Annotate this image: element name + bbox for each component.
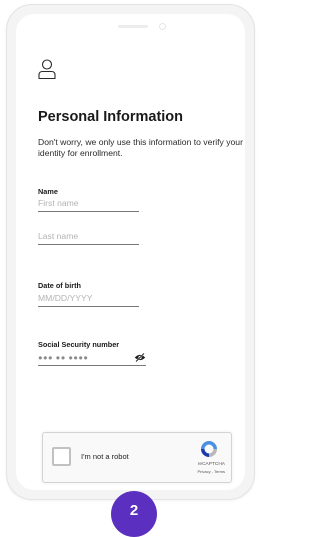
phone-screen: Personal Information Don't worry, we onl… <box>16 14 245 490</box>
phone-frame: Personal Information Don't worry, we onl… <box>6 4 255 500</box>
phone-camera <box>159 23 166 30</box>
last-name-input[interactable]: Last name <box>38 230 139 245</box>
first-name-input[interactable]: First name <box>38 197 139 212</box>
ssn-label: Social Security number <box>38 340 120 349</box>
recaptcha-privacy-terms[interactable]: Privacy - Terms <box>198 469 225 474</box>
page-subtitle: Don't worry, we only use this informatio… <box>38 137 243 158</box>
step-badge: 2 <box>111 491 157 537</box>
phone-speaker <box>118 25 148 28</box>
dob-input[interactable]: MM/DD/YYYY <box>38 292 139 307</box>
eye-slash-icon[interactable] <box>134 353 146 362</box>
recaptcha-label: I'm not a robot <box>81 452 129 461</box>
recaptcha-logo-icon <box>201 441 217 457</box>
recaptcha-brand: reCAPTCHA <box>197 462 225 467</box>
dob-label: Date of birth <box>38 281 81 290</box>
name-label: Name <box>38 187 58 196</box>
page-title: Personal Information <box>38 109 184 125</box>
recaptcha-widget: I'm not a robot reCAPTCHA Privacy - Term… <box>42 432 232 483</box>
ssn-input[interactable]: ●●● ●● ●●●● <box>38 351 146 366</box>
ssn-masked-value: ●●● ●● ●●●● <box>38 353 89 362</box>
user-outline-icon <box>38 59 56 79</box>
recaptcha-checkbox[interactable] <box>52 447 71 466</box>
